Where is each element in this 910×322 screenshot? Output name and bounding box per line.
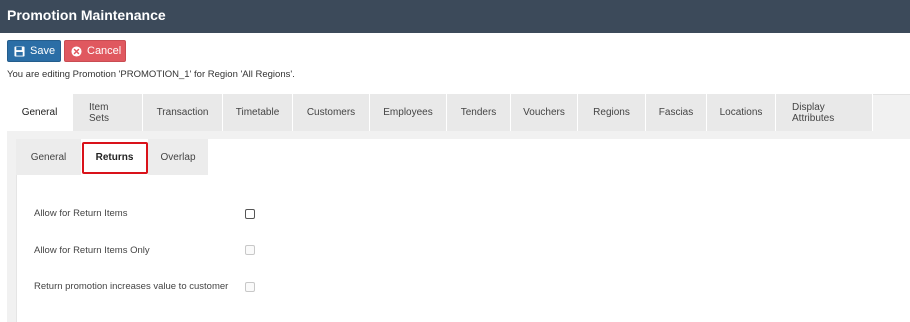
window-title: Promotion Maintenance <box>0 0 910 33</box>
cancel-button[interactable]: Cancel <box>64 40 126 62</box>
sub-tabbar: General Returns Overlap <box>16 139 208 175</box>
subtab-general[interactable]: General <box>16 139 81 175</box>
tab-employees[interactable]: Employees <box>370 94 447 131</box>
tab-regions[interactable]: Regions <box>578 94 646 131</box>
main-tabbar: General Item Sets Transaction Timetable … <box>7 94 873 131</box>
tab-display-attributes[interactable]: Display Attributes <box>776 94 873 131</box>
tab-general[interactable]: General <box>7 94 73 131</box>
subtab-returns[interactable]: Returns <box>81 139 148 175</box>
save-button-label: Save <box>30 45 56 57</box>
tab-fascias[interactable]: Fascias <box>646 94 707 131</box>
tab-item-sets[interactable]: Item Sets <box>73 94 143 131</box>
tab-timetable[interactable]: Timetable <box>223 94 293 131</box>
tab-transaction[interactable]: Transaction <box>143 94 223 131</box>
x-circle-icon <box>71 45 82 57</box>
save-button[interactable]: Save <box>7 40 61 62</box>
floppy-disk-icon <box>14 45 25 57</box>
cancel-button-label: Cancel <box>87 45 122 57</box>
tab-locations[interactable]: Locations <box>707 94 776 131</box>
return-increases-value-label: Return promotion increases value to cust… <box>34 281 229 292</box>
allow-return-items-only-checkbox[interactable] <box>245 245 255 255</box>
editing-message: You are editing Promotion 'PROMOTION_1' … <box>7 69 295 80</box>
tab-vouchers[interactable]: Vouchers <box>511 94 578 131</box>
subtab-overlap[interactable]: Overlap <box>148 139 208 175</box>
allow-return-items-checkbox[interactable] <box>245 209 255 219</box>
allow-return-items-label: Allow for Return Items <box>34 208 128 219</box>
return-increases-value-checkbox[interactable] <box>245 282 255 292</box>
tab-tenders[interactable]: Tenders <box>447 94 511 131</box>
tab-customers[interactable]: Customers <box>293 94 370 131</box>
allow-return-items-only-label: Allow for Return Items Only <box>34 245 150 256</box>
